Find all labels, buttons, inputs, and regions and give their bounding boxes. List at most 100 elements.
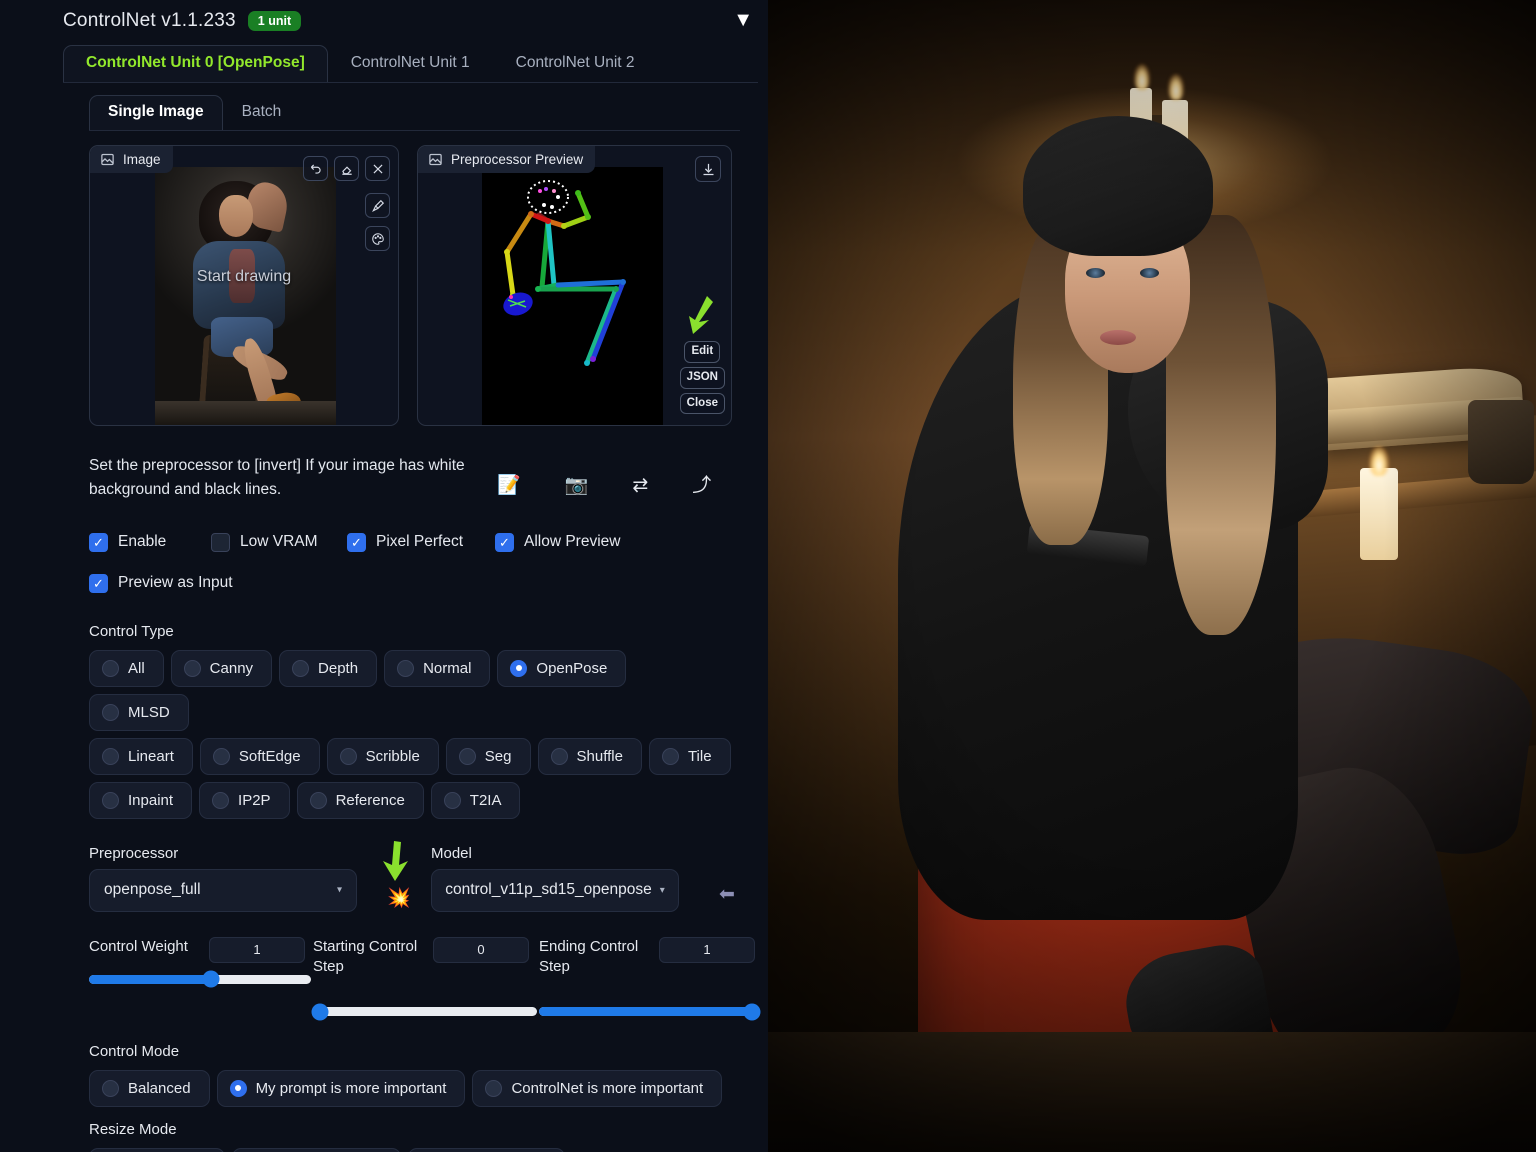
close-icon[interactable] bbox=[365, 156, 391, 181]
radio-ip2p[interactable] bbox=[212, 791, 230, 809]
radio-normal[interactable] bbox=[397, 659, 415, 677]
control-type-ip2p[interactable]: IP2P bbox=[199, 781, 290, 819]
control-type-t2ia[interactable]: T2IA bbox=[430, 781, 521, 819]
radio-canny[interactable] bbox=[183, 659, 201, 677]
undo-icon[interactable] bbox=[303, 156, 329, 181]
caret-down-icon[interactable]: ▼ bbox=[733, 10, 753, 30]
checkbox-pixel-perfect[interactable]: ✓ Pixel Perfect bbox=[347, 532, 495, 552]
radio-openpose[interactable] bbox=[510, 659, 528, 677]
resize-mode-crop-and-resize[interactable]: Crop and Resize bbox=[231, 1147, 402, 1152]
control-type-depth[interactable]: Depth bbox=[279, 649, 378, 687]
model-select[interactable]: control_v11p_sd15_openpose ▾ bbox=[431, 868, 679, 912]
control-type-mlsd-label: MLSD bbox=[128, 703, 170, 721]
json-button[interactable]: JSON bbox=[679, 366, 725, 389]
checkbox-pixel-perfect-box[interactable]: ✓ bbox=[347, 532, 366, 552]
checkbox-preview-as-input-box[interactable]: ✓ bbox=[89, 573, 108, 593]
download-icon[interactable] bbox=[695, 156, 721, 182]
image-icon bbox=[101, 153, 114, 166]
radio-shuffle[interactable] bbox=[550, 747, 568, 765]
control-weight-value[interactable]: 1 bbox=[209, 936, 305, 963]
checkbox-low-vram[interactable]: Low VRAM bbox=[211, 532, 347, 552]
control-weight-slider[interactable] bbox=[89, 970, 311, 988]
control-type-softedge[interactable]: SoftEdge bbox=[199, 737, 320, 775]
close-button[interactable]: Close bbox=[679, 392, 725, 415]
starting-control-step-value[interactable]: 0 bbox=[433, 936, 529, 963]
image-chip-label: Image bbox=[123, 152, 161, 167]
radio-seg[interactable] bbox=[458, 747, 476, 765]
radio-balanced[interactable] bbox=[102, 1079, 119, 1097]
checkbox-enable-box[interactable]: ✓ bbox=[89, 532, 108, 552]
ending-control-step-block: Ending Control Step 1 bbox=[539, 936, 761, 1021]
ending-control-step-slider[interactable] bbox=[539, 1003, 761, 1021]
app-header: ControlNet v1.1.233 1 unit bbox=[63, 10, 302, 32]
radio-my-prompt[interactable] bbox=[229, 1079, 247, 1097]
resize-mode-resize-and-fill[interactable]: Resize and Fill bbox=[408, 1147, 565, 1152]
arrow-curve-icon[interactable]: ⤴ bbox=[692, 476, 711, 495]
radio-scribble[interactable] bbox=[339, 747, 357, 765]
radio-tile[interactable] bbox=[661, 747, 679, 765]
eraser-icon[interactable] bbox=[334, 156, 360, 181]
control-type-reference[interactable]: Reference bbox=[296, 781, 424, 819]
preprocessor-preview-card[interactable]: Preprocessor Preview Edit JSON Close bbox=[417, 145, 732, 426]
radio-softedge[interactable] bbox=[212, 747, 230, 765]
palette-icon[interactable] bbox=[365, 226, 391, 251]
starting-control-step-slider[interactable] bbox=[311, 1003, 537, 1021]
memo-icon[interactable]: 📝 bbox=[497, 476, 521, 495]
resize-mode-just-resize[interactable]: Just Resize bbox=[89, 1147, 225, 1152]
photo-top bbox=[229, 249, 255, 303]
control-type-inpaint-label: Inpaint bbox=[128, 791, 174, 809]
checkbox-enable-label: Enable bbox=[118, 533, 167, 551]
control-mode-controlnet[interactable]: ControlNet is more important bbox=[472, 1069, 723, 1107]
checkbox-low-vram-box[interactable] bbox=[211, 532, 230, 552]
image-chip: Image bbox=[90, 146, 173, 173]
edit-button[interactable]: Edit bbox=[684, 341, 721, 363]
radio-mlsd[interactable] bbox=[102, 703, 119, 721]
resize-mode-group: Just Resize Crop and Resize Resize and F… bbox=[89, 1147, 732, 1152]
radio-depth[interactable] bbox=[292, 659, 310, 677]
run-preprocessor-icon[interactable]: 💥 bbox=[387, 889, 411, 908]
radio-t2ia[interactable] bbox=[443, 791, 461, 809]
radio-controlnet-important[interactable] bbox=[485, 1079, 503, 1097]
camera-icon[interactable]: 📷 bbox=[565, 476, 589, 495]
control-mode-my-prompt[interactable]: My prompt is more important bbox=[216, 1069, 466, 1107]
tab-controlnet-unit-2[interactable]: ControlNet Unit 2 bbox=[493, 45, 658, 82]
control-type-tile[interactable]: Tile bbox=[648, 737, 731, 775]
radio-all[interactable] bbox=[102, 659, 119, 677]
control-type-normal[interactable]: Normal bbox=[384, 649, 491, 687]
preprocessor-label: Preprocessor bbox=[89, 844, 179, 862]
ending-control-step-value[interactable]: 1 bbox=[659, 936, 755, 963]
control-type-scribble[interactable]: Scribble bbox=[326, 737, 439, 775]
radio-reference[interactable] bbox=[309, 791, 327, 809]
checkbox-enable[interactable]: ✓ Enable bbox=[89, 532, 211, 552]
control-type-seg[interactable]: Seg bbox=[445, 737, 531, 775]
control-type-lineart[interactable]: Lineart bbox=[89, 737, 193, 775]
image-row: Image Start drawing Preprocessor Preview… bbox=[89, 145, 732, 426]
control-type-openpose[interactable]: OpenPose bbox=[497, 649, 627, 687]
control-type-canny[interactable]: Canny bbox=[170, 649, 273, 687]
control-type-scribble-label: Scribble bbox=[365, 747, 420, 765]
checkbox-preview-as-input[interactable]: ✓ Preview as Input bbox=[89, 573, 233, 593]
end-arrow-icon[interactable]: ⬅ bbox=[719, 883, 735, 906]
preprocessor-hint-text: Set the preprocessor to [invert] If your… bbox=[89, 457, 465, 499]
preprocessor-select[interactable]: openpose_full ▾ bbox=[89, 868, 357, 912]
chevron-down-icon: ▾ bbox=[336, 884, 342, 896]
control-type-all[interactable]: All bbox=[89, 649, 164, 687]
checkbox-allow-preview[interactable]: ✓ Allow Preview bbox=[495, 532, 620, 552]
radio-inpaint[interactable] bbox=[102, 791, 119, 809]
control-type-inpaint[interactable]: Inpaint bbox=[89, 781, 193, 819]
input-image-card[interactable]: Image Start drawing bbox=[89, 145, 400, 426]
swap-icon[interactable]: ⇄ bbox=[632, 476, 648, 495]
control-mode-balanced[interactable]: Balanced bbox=[89, 1069, 210, 1107]
tab-single-image[interactable]: Single Image bbox=[89, 95, 223, 130]
resize-mode-label: Resize Mode bbox=[89, 1120, 177, 1138]
tab-batch[interactable]: Batch bbox=[223, 95, 301, 130]
tab-controlnet-unit-0[interactable]: ControlNet Unit 0 [OpenPose] bbox=[63, 45, 328, 82]
radio-lineart[interactable] bbox=[102, 747, 119, 765]
checkbox-allow-preview-box[interactable]: ✓ bbox=[495, 532, 514, 552]
control-type-shuffle[interactable]: Shuffle bbox=[537, 737, 642, 775]
brush-icon[interactable] bbox=[365, 193, 391, 218]
control-type-mlsd[interactable]: MLSD bbox=[89, 693, 189, 731]
control-weight-label: Control Weight bbox=[89, 937, 188, 955]
controlnet-panel: ControlNet v1.1.233 1 unit ▼ ControlNet … bbox=[0, 0, 768, 1152]
tab-controlnet-unit-1[interactable]: ControlNet Unit 1 bbox=[328, 45, 493, 82]
